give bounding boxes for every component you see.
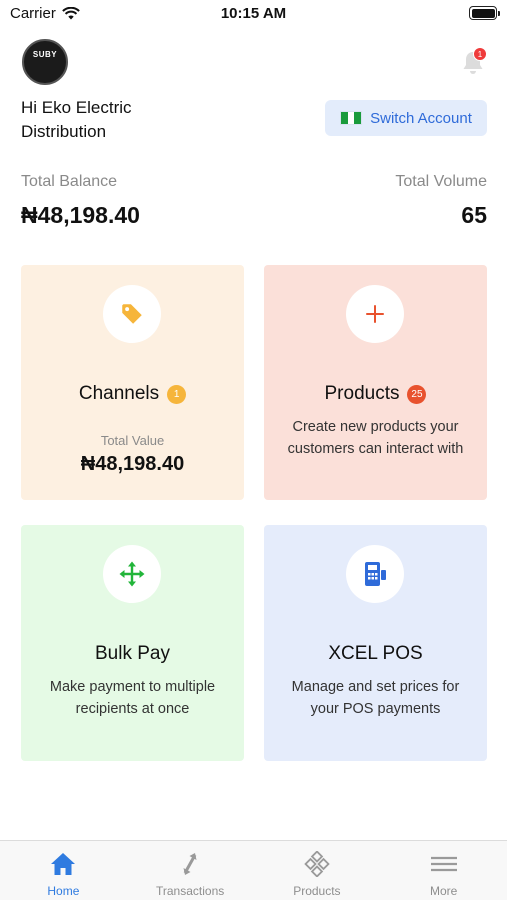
products-title-row: Products 25 <box>264 383 487 405</box>
channels-title: Channels <box>78 383 160 404</box>
bulk-pay-card[interactable]: Bulk Pay Make payment to multiple recipi… <box>21 525 244 761</box>
battery-icon <box>469 6 500 20</box>
products-count-badge: 25 <box>407 384 427 404</box>
tab-transactions-label: Transactions <box>156 884 225 898</box>
nigeria-flag-icon <box>340 111 363 125</box>
avatar[interactable]: SUBY <box>22 39 68 85</box>
total-balance-value: ₦48,198.40 <box>21 202 140 228</box>
tag-icon <box>122 304 142 324</box>
bulk-pay-title: Bulk Pay <box>95 643 170 664</box>
channels-count-badge: 1 <box>167 384 187 404</box>
switch-account-label: Switch Account <box>370 109 472 127</box>
pos-terminal-icon <box>365 562 386 586</box>
products-icon-circle <box>346 285 404 343</box>
products-description: Create new products your customers can i… <box>287 419 464 457</box>
channels-icon-circle <box>103 285 161 343</box>
xcel-pos-title: XCEL POS <box>328 643 423 664</box>
channels-total-value-label: Total Value <box>100 433 165 448</box>
status-bar: Carrier 10:15 AM <box>0 0 507 28</box>
products-title: Products <box>324 383 400 404</box>
tab-more[interactable]: More <box>380 841 507 900</box>
menu-lines-icon <box>430 856 457 872</box>
tab-home[interactable]: Home <box>0 841 127 900</box>
total-balance-label: Total Balance <box>21 173 118 190</box>
home-icon <box>51 853 76 875</box>
grid-diamond-icon <box>304 851 330 877</box>
avatar-logo-text: SUBY <box>32 50 58 59</box>
tab-transactions[interactable]: Transactions <box>127 841 254 900</box>
plus-icon <box>366 305 384 323</box>
battery-fill <box>471 8 495 18</box>
greeting-text: Hi Eko Electric Distribution <box>21 98 132 141</box>
transfer-arrows-icon <box>183 853 197 875</box>
switch-account-button[interactable]: Switch Account <box>325 100 487 136</box>
products-card[interactable]: Products 25 Create new products your cus… <box>264 265 487 500</box>
channels-total-value: ₦48,198.40 <box>80 453 185 475</box>
tab-more-label: More <box>429 884 458 898</box>
channels-card[interactable]: Channels 1 Total Value ₦48,198.40 <box>21 265 244 500</box>
total-volume-value: 65 <box>461 202 487 228</box>
xcel-pos-description: Manage and set prices for your POS payme… <box>291 679 460 717</box>
clock: 10:15 AM <box>220 5 287 22</box>
bottom-tab-bar: Home Transactions Products More <box>0 840 507 900</box>
bulk-pay-icon-circle <box>103 545 161 603</box>
notification-badge: 1 <box>473 47 487 61</box>
bulk-pay-description: Make payment to multiple recipients at o… <box>49 679 216 717</box>
total-volume-label: Total Volume <box>395 173 487 190</box>
tab-home-label: Home <box>47 884 80 898</box>
channels-title-row: Channels 1 <box>21 383 244 405</box>
tab-products[interactable]: Products <box>254 841 381 900</box>
xcel-pos-icon-circle <box>346 545 404 603</box>
move-arrows-icon <box>119 561 145 587</box>
xcel-pos-card[interactable]: XCEL POS Manage and set prices for your … <box>264 525 487 761</box>
tab-products-label: Products <box>293 884 341 898</box>
